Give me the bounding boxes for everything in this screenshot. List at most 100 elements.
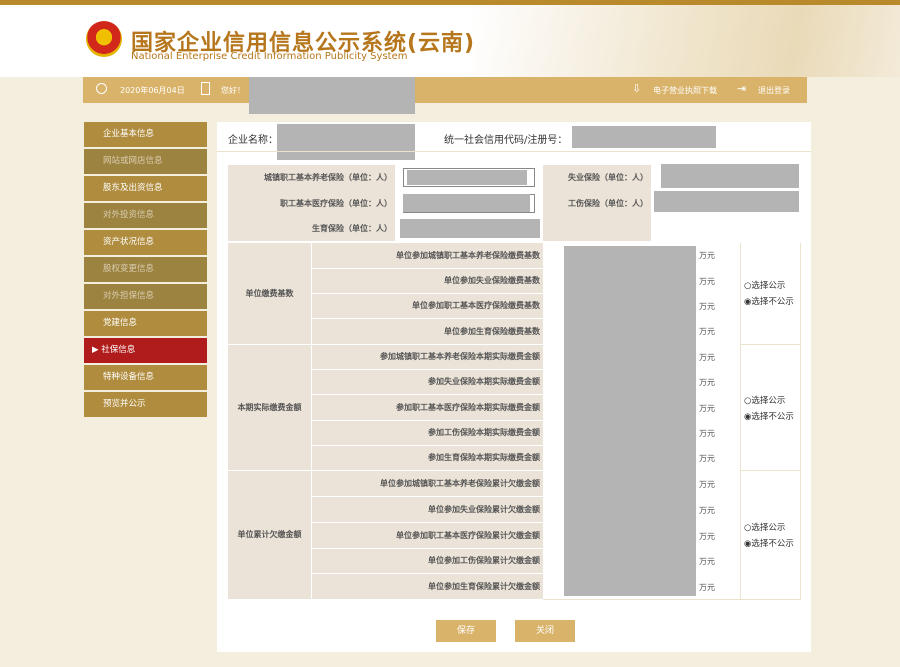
info-bar: 2020年06月04日 您好！ ⇩ 电子营业执照下载 ⇥ 退出登录	[83, 77, 807, 103]
unit-label: 万元	[699, 251, 715, 260]
row-label: 参加职工基本医疗保险本期实际缴费金额	[312, 395, 543, 420]
row-label: 单位参加城镇职工基本养老保险累计欠缴金额	[312, 471, 543, 496]
amount-values-redacted[interactable]	[564, 246, 696, 596]
site-header: 国家企业信用信息公示系统(云南) National Enterprise Cre…	[0, 5, 900, 77]
current-date: 2020年06月04日	[120, 86, 185, 95]
group-label-arrears: 单位累计欠缴金额	[228, 471, 311, 599]
unit-label: 万元	[699, 532, 715, 541]
row-label: 参加工伤保险本期实际缴费金额	[312, 421, 543, 445]
sidebar-item-social-insurance[interactable]: ▶ 社保信息	[84, 338, 207, 363]
sidebar-item-assets-info[interactable]: 资产状况信息	[84, 230, 207, 255]
sidebar-item-label: 股东及出资信息	[103, 183, 163, 193]
column-divider	[740, 243, 741, 599]
sidebar-item-website-info[interactable]: 网站或网店信息	[84, 149, 207, 174]
row-label: 参加城镇职工基本养老保险本期实际缴费金额	[312, 345, 543, 369]
unit-label: 万元	[699, 277, 715, 286]
row-label: 单位参加失业保险累计欠缴金额	[312, 497, 543, 522]
row-label: 参加失业保险本期实际缴费金额	[312, 370, 543, 394]
sidebar-nav: 企业基本信息 网站或网店信息 股东及出资信息 对外投资信息 资产状况信息 股权变…	[84, 122, 207, 419]
row-divider	[740, 344, 801, 345]
close-button[interactable]: 关闭	[515, 620, 575, 642]
credit-code-redacted	[572, 126, 716, 148]
unit-label: 万元	[699, 557, 715, 566]
row-label: 参加生育保险本期实际缴费金额	[312, 446, 543, 470]
unpublish-radio[interactable]: ◉选择不公示	[744, 295, 794, 307]
sidebar-item-label: 社保信息	[101, 345, 136, 355]
unit-label: 万元	[699, 429, 715, 438]
sidebar-item-label: 资产状况信息	[103, 237, 155, 247]
sidebar-item-party-info[interactable]: 党建信息	[84, 311, 207, 336]
unit-label: 万元	[699, 480, 715, 489]
unit-label: 万元	[699, 506, 715, 515]
sidebar-item-shareholder-info[interactable]: 股东及出资信息	[84, 176, 207, 201]
download-icon[interactable]: ⇩	[632, 83, 644, 95]
unit-label: 万元	[699, 353, 715, 362]
row-label: 单位参加城镇职工基本养老保险缴费基数	[312, 243, 543, 268]
publish-radio[interactable]: ○选择公示	[744, 394, 785, 406]
credit-code-label: 统一社会信用代码/注册号：	[444, 135, 568, 146]
row-label: 单位参加工伤保险累计欠缴金额	[312, 549, 543, 573]
injury-insurance-label: 工伤保险（单位：人）	[543, 191, 651, 217]
group-label-base: 单位缴费基数	[228, 243, 311, 344]
row-divider	[740, 470, 801, 471]
pension-insurance-redacted	[407, 170, 527, 185]
unit-label: 万元	[699, 327, 715, 336]
unit-label: 万元	[699, 302, 715, 311]
national-emblem-icon	[86, 21, 122, 57]
sidebar-item-label: 对外担保信息	[103, 291, 155, 301]
column-divider	[800, 243, 801, 599]
radio-label: 选择公示	[751, 396, 786, 406]
unemployment-insurance-redacted[interactable]	[661, 164, 799, 188]
sidebar-item-basic-info[interactable]: 企业基本信息	[84, 122, 207, 147]
radio-label: 选择公示	[751, 523, 786, 533]
company-name-redacted	[277, 124, 415, 160]
medical-insurance-redacted	[403, 194, 530, 212]
group-label-actual: 本期实际缴费金额	[228, 345, 311, 470]
download-license-link[interactable]: 电子营业执照下载	[653, 85, 717, 96]
pension-insurance-label: 城镇职工基本养老保险（单位：人）	[228, 165, 395, 191]
unpublish-radio[interactable]: ◉选择不公示	[744, 410, 794, 422]
site-subtitle: National Enterprise Credit Information P…	[131, 51, 408, 62]
publish-radio[interactable]: ○选择公示	[744, 279, 785, 291]
sidebar-item-investment-info[interactable]: 对外投资信息	[84, 203, 207, 228]
sidebar-item-label: 特种设备信息	[103, 372, 155, 382]
username-redacted	[249, 77, 415, 114]
sidebar-item-label: 股权变更信息	[103, 264, 155, 274]
maternity-insurance-label: 生育保险（单位：人）	[228, 217, 395, 241]
medical-insurance-label: 职工基本医疗保险（单位：人）	[228, 191, 395, 217]
company-name-label: 企业名称：	[228, 135, 278, 146]
sidebar-item-label: 对外投资信息	[103, 210, 155, 220]
sidebar-item-label: 党建信息	[103, 318, 138, 328]
row-label: 单位参加生育保险累计欠缴金额	[312, 574, 543, 599]
row-label: 单位参加职工基本医疗保险累计欠缴金额	[312, 523, 543, 548]
sidebar-item-special-equipment[interactable]: 特种设备信息	[84, 365, 207, 390]
header-mountain-banner	[470, 5, 900, 77]
sidebar-item-equity-change-info[interactable]: 股权变更信息	[84, 257, 207, 282]
row-divider	[543, 599, 801, 600]
unpublish-radio[interactable]: ◉选择不公示	[744, 537, 794, 549]
sidebar-item-label: 企业基本信息	[103, 129, 155, 139]
radio-label: 选择不公示	[751, 297, 794, 307]
row-label: 单位参加职工基本医疗保险缴费基数	[312, 294, 543, 318]
sidebar-item-guarantee-info[interactable]: 对外担保信息	[84, 284, 207, 309]
save-button[interactable]: 保存	[436, 620, 496, 642]
row-label: 单位参加生育保险缴费基数	[312, 319, 543, 344]
row-label: 单位参加失业保险缴费基数	[312, 269, 543, 293]
radio-label: 选择公示	[751, 281, 786, 291]
unemployment-insurance-label: 失业保险（单位：人）	[543, 165, 651, 191]
publish-radio[interactable]: ○选择公示	[744, 521, 785, 533]
injury-insurance-redacted[interactable]	[654, 191, 799, 212]
unit-label: 万元	[699, 404, 715, 413]
logout-icon[interactable]: ⇥	[737, 83, 749, 95]
unit-label: 万元	[699, 454, 715, 463]
unit-label: 万元	[699, 378, 715, 387]
maternity-insurance-redacted[interactable]	[400, 219, 540, 238]
radio-label: 选择不公示	[751, 539, 794, 549]
sidebar-item-preview-publish[interactable]: 预览并公示	[84, 392, 207, 417]
header-separator	[217, 151, 811, 152]
sidebar-item-label: 预览并公示	[103, 399, 146, 409]
logout-link[interactable]: 退出登录	[758, 85, 790, 96]
unit-label: 万元	[699, 583, 715, 592]
radio-label: 选择不公示	[751, 412, 794, 422]
sidebar-item-label: 网站或网店信息	[103, 156, 163, 166]
